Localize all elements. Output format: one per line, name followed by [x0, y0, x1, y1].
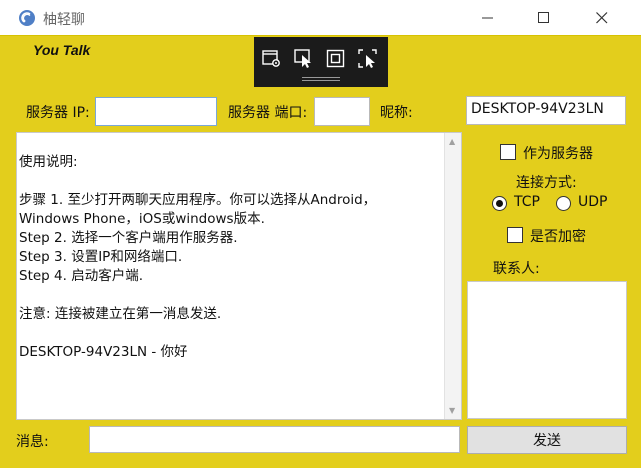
- instructions-step-3: Step 3. 设置IP和网络端口.: [19, 249, 183, 265]
- server-ip-input[interactable]: [95, 97, 217, 126]
- server-ip-label: 服务器 IP:: [26, 105, 90, 121]
- server-port-input[interactable]: [314, 97, 370, 126]
- server-port-label: 服务器 端口:: [228, 105, 308, 121]
- frame-icon: [326, 49, 345, 68]
- tcp-radio[interactable]: [492, 196, 507, 211]
- chat-message: DESKTOP-94V23LN - 你好: [19, 344, 188, 360]
- instructions-heading: 使用说明:: [19, 154, 78, 170]
- app-logo-icon: [19, 10, 35, 26]
- contacts-list[interactable]: [467, 281, 627, 419]
- instructions-note: 注意: 连接被建立在第一消息发送.: [19, 306, 222, 322]
- udp-label: UDP: [578, 194, 608, 210]
- title-bar: 柚轻聊: [0, 0, 641, 36]
- brand-label: You Talk: [33, 42, 91, 58]
- frame-tool[interactable]: [325, 48, 347, 70]
- instructions-step-4: Step 4. 启动客户端.: [19, 268, 143, 284]
- connection-type-label: 连接方式:: [516, 175, 577, 191]
- contacts-label: 联系人:: [493, 261, 540, 277]
- maximize-icon: [538, 12, 549, 23]
- settings-window-icon: [262, 50, 280, 67]
- minimize-icon: [482, 17, 493, 19]
- window-title: 柚轻聊: [43, 12, 85, 28]
- select-arrow-tool[interactable]: [293, 48, 315, 70]
- close-icon: [596, 12, 608, 24]
- encrypt-label: 是否加密: [530, 229, 586, 245]
- maximize-button[interactable]: [516, 0, 572, 36]
- nickname-label: 昵称:: [380, 105, 413, 121]
- message-label: 消息:: [16, 434, 49, 450]
- nickname-input[interactable]: DESKTOP-94V23LN: [466, 96, 626, 125]
- as-server-label: 作为服务器: [523, 146, 593, 162]
- chat-log-scrollbar[interactable]: ▲ ▼: [444, 133, 461, 419]
- toolbar-grip[interactable]: [302, 80, 340, 81]
- as-server-checkbox[interactable]: [500, 144, 516, 160]
- tcp-label: TCP: [514, 194, 540, 210]
- udp-radio[interactable]: [556, 196, 571, 211]
- instructions-text: 使用说明: 步骤 1. 至少打开两聊天应用程序。你可以选择从Android， W…: [19, 153, 439, 362]
- select-arrow-icon: [294, 49, 311, 68]
- chat-log[interactable]: 使用说明: 步骤 1. 至少打开两聊天应用程序。你可以选择从Android， W…: [16, 132, 462, 420]
- select-region-icon: [358, 49, 377, 68]
- instructions-step-1: 步骤 1. 至少打开两聊天应用程序。你可以选择从Android， Windows…: [19, 192, 377, 227]
- scroll-down-icon[interactable]: ▼: [449, 406, 455, 415]
- settings-window-tool[interactable]: [261, 48, 283, 70]
- close-button[interactable]: [574, 0, 630, 36]
- select-region-tool[interactable]: [357, 48, 379, 70]
- floating-toolbar: [254, 37, 388, 87]
- send-button[interactable]: 发送: [467, 426, 627, 454]
- message-input[interactable]: [89, 426, 460, 453]
- minimize-button[interactable]: [460, 0, 516, 36]
- scroll-up-icon[interactable]: ▲: [449, 137, 455, 146]
- encrypt-checkbox[interactable]: [507, 227, 523, 243]
- instructions-step-2: Step 2. 选择一个客户端用作服务器.: [19, 230, 238, 246]
- toolbar-grip[interactable]: [302, 77, 340, 78]
